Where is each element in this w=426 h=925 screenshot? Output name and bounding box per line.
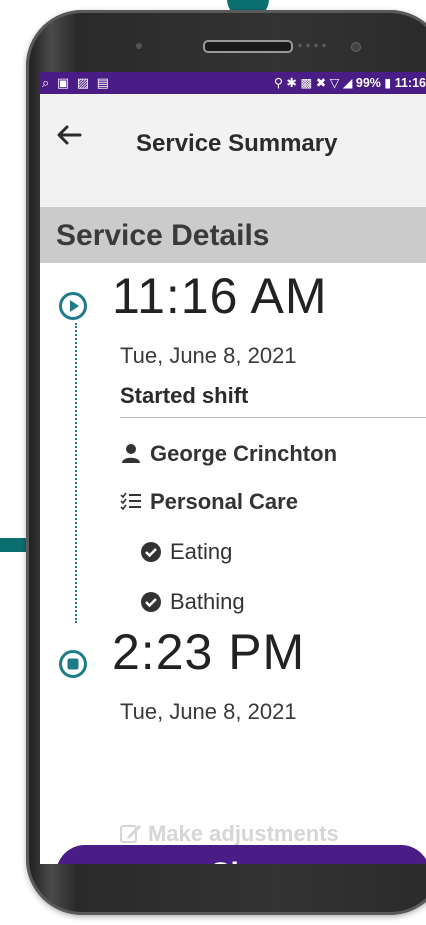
status-bar: ⌕ ▣ ▨ ▤ ⚲ ✱ ▩ ✖ ▽ ◢ 99% ▮ 11:16 xyxy=(40,72,426,94)
event-divider xyxy=(120,417,426,418)
speaker-dots xyxy=(296,43,326,48)
section-title: Service Details xyxy=(56,219,270,252)
end-date: Tue, June 8, 2021 xyxy=(120,699,297,724)
end-time: 2:23 PM xyxy=(112,624,306,680)
timeline-connector xyxy=(75,323,77,623)
service-timeline: 11:16 AM Tue, June 8, 2021 Started shift… xyxy=(40,263,426,864)
adjust-label: Make adjustments xyxy=(148,821,339,846)
client-row: George Crinchton xyxy=(120,441,337,467)
proximity-sensor xyxy=(136,43,142,49)
page-title: Service Summary xyxy=(136,130,338,157)
play-circle-icon xyxy=(59,292,87,320)
check-circle-icon xyxy=(141,592,161,612)
task-label: Bathing xyxy=(170,589,245,614)
client-name: George Crinchton xyxy=(150,441,338,466)
sign-button[interactable]: Sign xyxy=(56,845,426,864)
front-camera xyxy=(351,42,361,52)
edit-icon xyxy=(120,825,141,843)
task-item: Eating xyxy=(140,539,232,565)
task-label: Eating xyxy=(170,539,233,564)
phone-screen: ⌕ ▣ ▨ ▤ ⚲ ✱ ▩ ✖ ▽ ◢ 99% ▮ 11:16 Service … xyxy=(40,72,426,864)
check-circle-icon xyxy=(141,542,161,562)
care-type-label: Personal Care xyxy=(150,489,298,514)
start-time: 11:16 AM xyxy=(112,268,328,324)
status-left-icons: ⌕ ▣ ▨ ▤ xyxy=(42,75,111,90)
care-type-row: Personal Care xyxy=(120,489,298,515)
app-bar: Service Summary xyxy=(40,94,426,194)
section-header: Service Details xyxy=(40,207,426,263)
stop-circle-icon xyxy=(59,650,87,678)
person-icon xyxy=(122,444,140,463)
adjust-link[interactable]: Make adjustments xyxy=(120,821,339,847)
screenshot-stage: ⌕ ▣ ▨ ▤ ⚲ ✱ ▩ ✖ ▽ ◢ 99% ▮ 11:16 Service … xyxy=(0,0,426,925)
start-date: Tue, June 8, 2021 xyxy=(120,343,297,368)
checklist-icon xyxy=(120,492,141,511)
status-right-icons: ⚲ ✱ ▩ ✖ ▽ ◢ 99% ▮ 11:16 xyxy=(273,76,426,90)
start-event: Started shift xyxy=(120,383,249,408)
task-item: Bathing xyxy=(140,589,245,615)
earpiece-speaker xyxy=(203,40,293,53)
arrow-left-icon[interactable] xyxy=(54,120,84,150)
